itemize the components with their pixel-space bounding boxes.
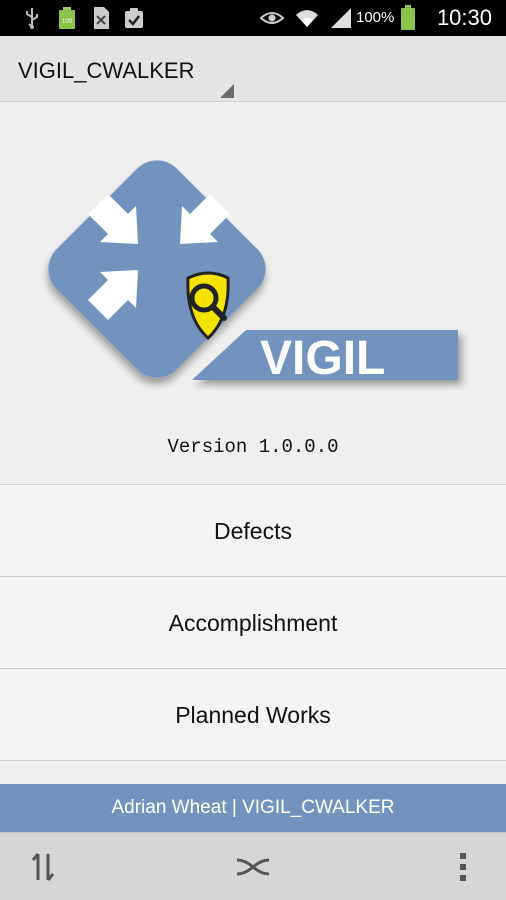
battery-percentage: 100% xyxy=(356,9,395,26)
connection-icon[interactable] xyxy=(218,833,288,900)
menu-item-planned-works[interactable]: Planned Works xyxy=(0,668,506,760)
clipboard-check-icon xyxy=(122,0,146,36)
menu-item-accomplishment[interactable]: Accomplishment xyxy=(0,576,506,668)
overflow-menu-icon[interactable] xyxy=(428,833,498,900)
signal-icon xyxy=(328,0,354,36)
eye-icon xyxy=(260,0,284,36)
logo-wordmark: VIGIL xyxy=(260,332,385,385)
menu-item-defects[interactable]: Defects xyxy=(0,484,506,576)
vigil-logo: VIGIL xyxy=(24,128,480,418)
account-spinner[interactable]: VIGIL_CWALKER xyxy=(0,36,240,102)
usb-icon xyxy=(22,0,42,36)
svg-text:100: 100 xyxy=(62,19,73,25)
action-bar: VIGIL_CWALKER xyxy=(0,36,506,102)
menu-divider xyxy=(0,760,506,784)
clock: 10:30 xyxy=(436,5,492,30)
main-menu: Defects Accomplishment Planned Works xyxy=(0,484,506,784)
spinner-triangle-icon xyxy=(220,84,234,98)
version-text: Version 1.0.0.0 xyxy=(167,436,339,458)
document-icon xyxy=(90,0,112,36)
wifi-icon xyxy=(294,0,320,36)
battery-icon xyxy=(398,0,418,36)
user-info-bar: Adrian Wheat | VIGIL_CWALKER xyxy=(0,784,506,832)
sync-arrows-icon[interactable] xyxy=(8,833,78,900)
bottom-action-bar xyxy=(0,832,506,900)
account-name: VIGIL_CWALKER xyxy=(18,58,195,83)
battery-full-small-icon: 100 xyxy=(56,0,78,36)
status-bar: 100 100% 10:30 xyxy=(0,0,506,36)
